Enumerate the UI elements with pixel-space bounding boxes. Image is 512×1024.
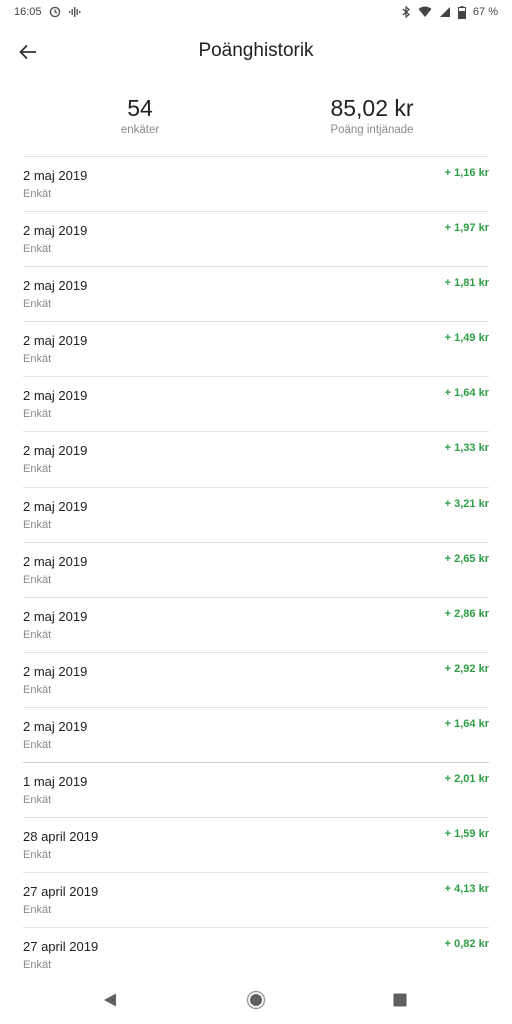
points-label: Poäng intjänade [330,124,414,136]
row-amount: + 1,97 kr [444,222,489,235]
row-date: 2 maj 2019 [23,278,88,294]
row-date: 28 april 2019 [23,829,99,845]
status-left: 16:05 [14,6,82,18]
row-date: 2 maj 2019 [23,388,88,404]
page-title: Poänghistorik [198,40,314,61]
nav-back-button[interactable] [98,988,122,1012]
row-type: Enkät [23,243,52,256]
history-row[interactable]: 2 maj 2019 Enkät + 2,65 kr [23,541,489,597]
row-amount: + 0,82 kr [444,938,489,951]
app-bar: Poänghistorik [0,28,512,76]
surveys-label: enkäter [120,124,160,136]
square-recents-icon [392,992,408,1008]
history-list: 2 maj 2019 Enkät + 1,16 kr 2 maj 2019 En… [0,156,512,982]
surveys-stat: 54 enkäter [40,94,240,138]
row-type: Enkät [23,298,52,311]
row-date: 2 maj 2019 [23,553,88,569]
row-type: Enkät [23,408,52,421]
row-date: 2 maj 2019 [23,333,88,349]
surveys-count: 54 [127,95,153,121]
row-type: Enkät [23,849,52,862]
status-right: 67 % [401,5,498,19]
row-amount: + 2,01 kr [444,773,489,786]
row-type: Enkät [23,683,52,696]
nav-recents-button[interactable] [388,988,412,1012]
row-type: Enkät [23,628,52,641]
activity-icon [68,6,82,18]
cell-signal-icon [439,6,451,18]
screen: 16:05 67 % Poänghistorik 54 enkäter 85,0… [0,0,512,1024]
row-date: 1 maj 2019 [23,774,88,790]
status-bar: 16:05 67 % [0,0,512,24]
sync-icon [49,6,61,18]
row-amount: + 2,86 kr [444,607,489,620]
history-row[interactable]: 2 maj 2019 Enkät + 3,21 kr [23,486,489,542]
row-type: Enkät [23,188,52,200]
history-row[interactable]: 2 maj 2019 Enkät + 2,92 kr [23,651,489,707]
row-type: Enkät [23,959,52,972]
row-type: Enkät [23,353,52,366]
history-row[interactable]: 2 maj 2019 Enkät + 1,81 kr [23,266,489,321]
row-amount: + 1,64 kr [444,717,489,730]
history-row[interactable]: 2 maj 2019 Enkät + 1,97 kr [23,211,489,266]
battery-icon [457,5,466,19]
row-type: Enkät [23,794,52,807]
history-row[interactable]: 2 maj 2019 Enkät + 1,16 kr [23,156,489,211]
history-row[interactable]: 2 maj 2019 Enkät + 1,64 kr [23,376,489,431]
battery-percent: 67 % [472,6,498,18]
history-row[interactable]: 2 maj 2019 Enkät + 2,86 kr [23,596,489,652]
row-amount: + 1,81 kr [444,277,489,290]
history-row[interactable]: 28 april 2019 Enkät + 1,59 kr [23,817,489,872]
row-date: 27 april 2019 [23,884,99,900]
row-type: Enkät [23,904,52,917]
row-date: 2 maj 2019 [23,498,88,514]
history-row[interactable]: 27 april 2019 Enkät + 4,13 kr [23,872,489,927]
row-amount: + 1,33 kr [444,442,489,455]
nav-home-button[interactable] [244,988,268,1012]
bluetooth-icon [401,6,411,18]
row-type: Enkät [23,463,52,476]
row-amount: + 1,59 kr [444,828,489,841]
row-type: Enkät [23,518,52,531]
row-date: 2 maj 2019 [23,663,88,679]
row-date: 2 maj 2019 [23,443,88,459]
history-row[interactable]: 2 maj 2019 Enkät + 1,49 kr [23,321,489,376]
wifi-icon [418,6,432,18]
row-amount: + 2,92 kr [444,662,489,675]
row-amount: + 1,16 kr [444,167,489,179]
history-row[interactable]: 27 april 2019 Enkät + 0,82 kr [23,927,489,982]
row-type: Enkät [23,738,52,751]
history-row[interactable]: 1 maj 2019 Enkät + 2,01 kr [23,762,489,817]
row-amount: + 1,49 kr [444,332,489,345]
summary: 54 enkäter 85,02 kr Poäng intjänade [0,94,512,150]
circle-home-icon [246,990,266,1010]
row-amount: + 4,13 kr [444,883,489,896]
points-total: 85,02 kr [330,95,414,121]
triangle-back-icon [102,992,118,1008]
row-date: 2 maj 2019 [23,718,88,734]
row-date: 2 maj 2019 [23,608,88,624]
row-amount: + 1,64 kr [444,387,489,400]
row-date: 2 maj 2019 [23,223,88,239]
row-type: Enkät [23,573,52,586]
status-time: 16:05 [14,6,42,18]
row-date: 2 maj 2019 [23,168,88,183]
points-stat: 85,02 kr Poäng intjänade [272,94,472,138]
row-amount: + 3,21 kr [444,497,489,510]
history-row[interactable]: 2 maj 2019 Enkät + 1,33 kr [23,431,489,486]
history-row[interactable]: 2 maj 2019 Enkät + 1,64 kr [23,706,489,762]
row-amount: + 2,65 kr [444,552,489,565]
system-nav-bar [0,980,512,1020]
row-date: 27 april 2019 [23,939,99,955]
